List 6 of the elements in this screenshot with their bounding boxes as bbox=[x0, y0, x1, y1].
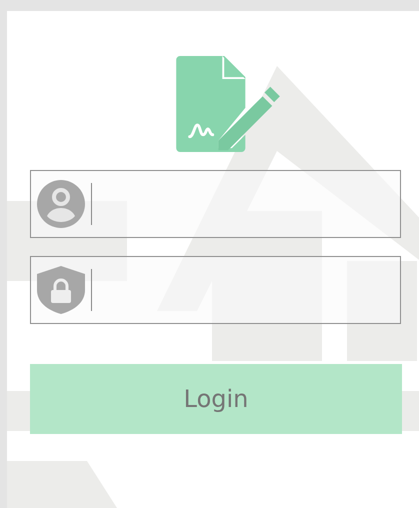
login-button[interactable]: Login bbox=[30, 364, 402, 434]
text-cursor bbox=[91, 183, 92, 225]
username-field[interactable] bbox=[30, 170, 401, 238]
document-signature-icon bbox=[176, 56, 282, 152]
text-cursor bbox=[91, 269, 92, 311]
password-field[interactable] bbox=[30, 256, 401, 324]
